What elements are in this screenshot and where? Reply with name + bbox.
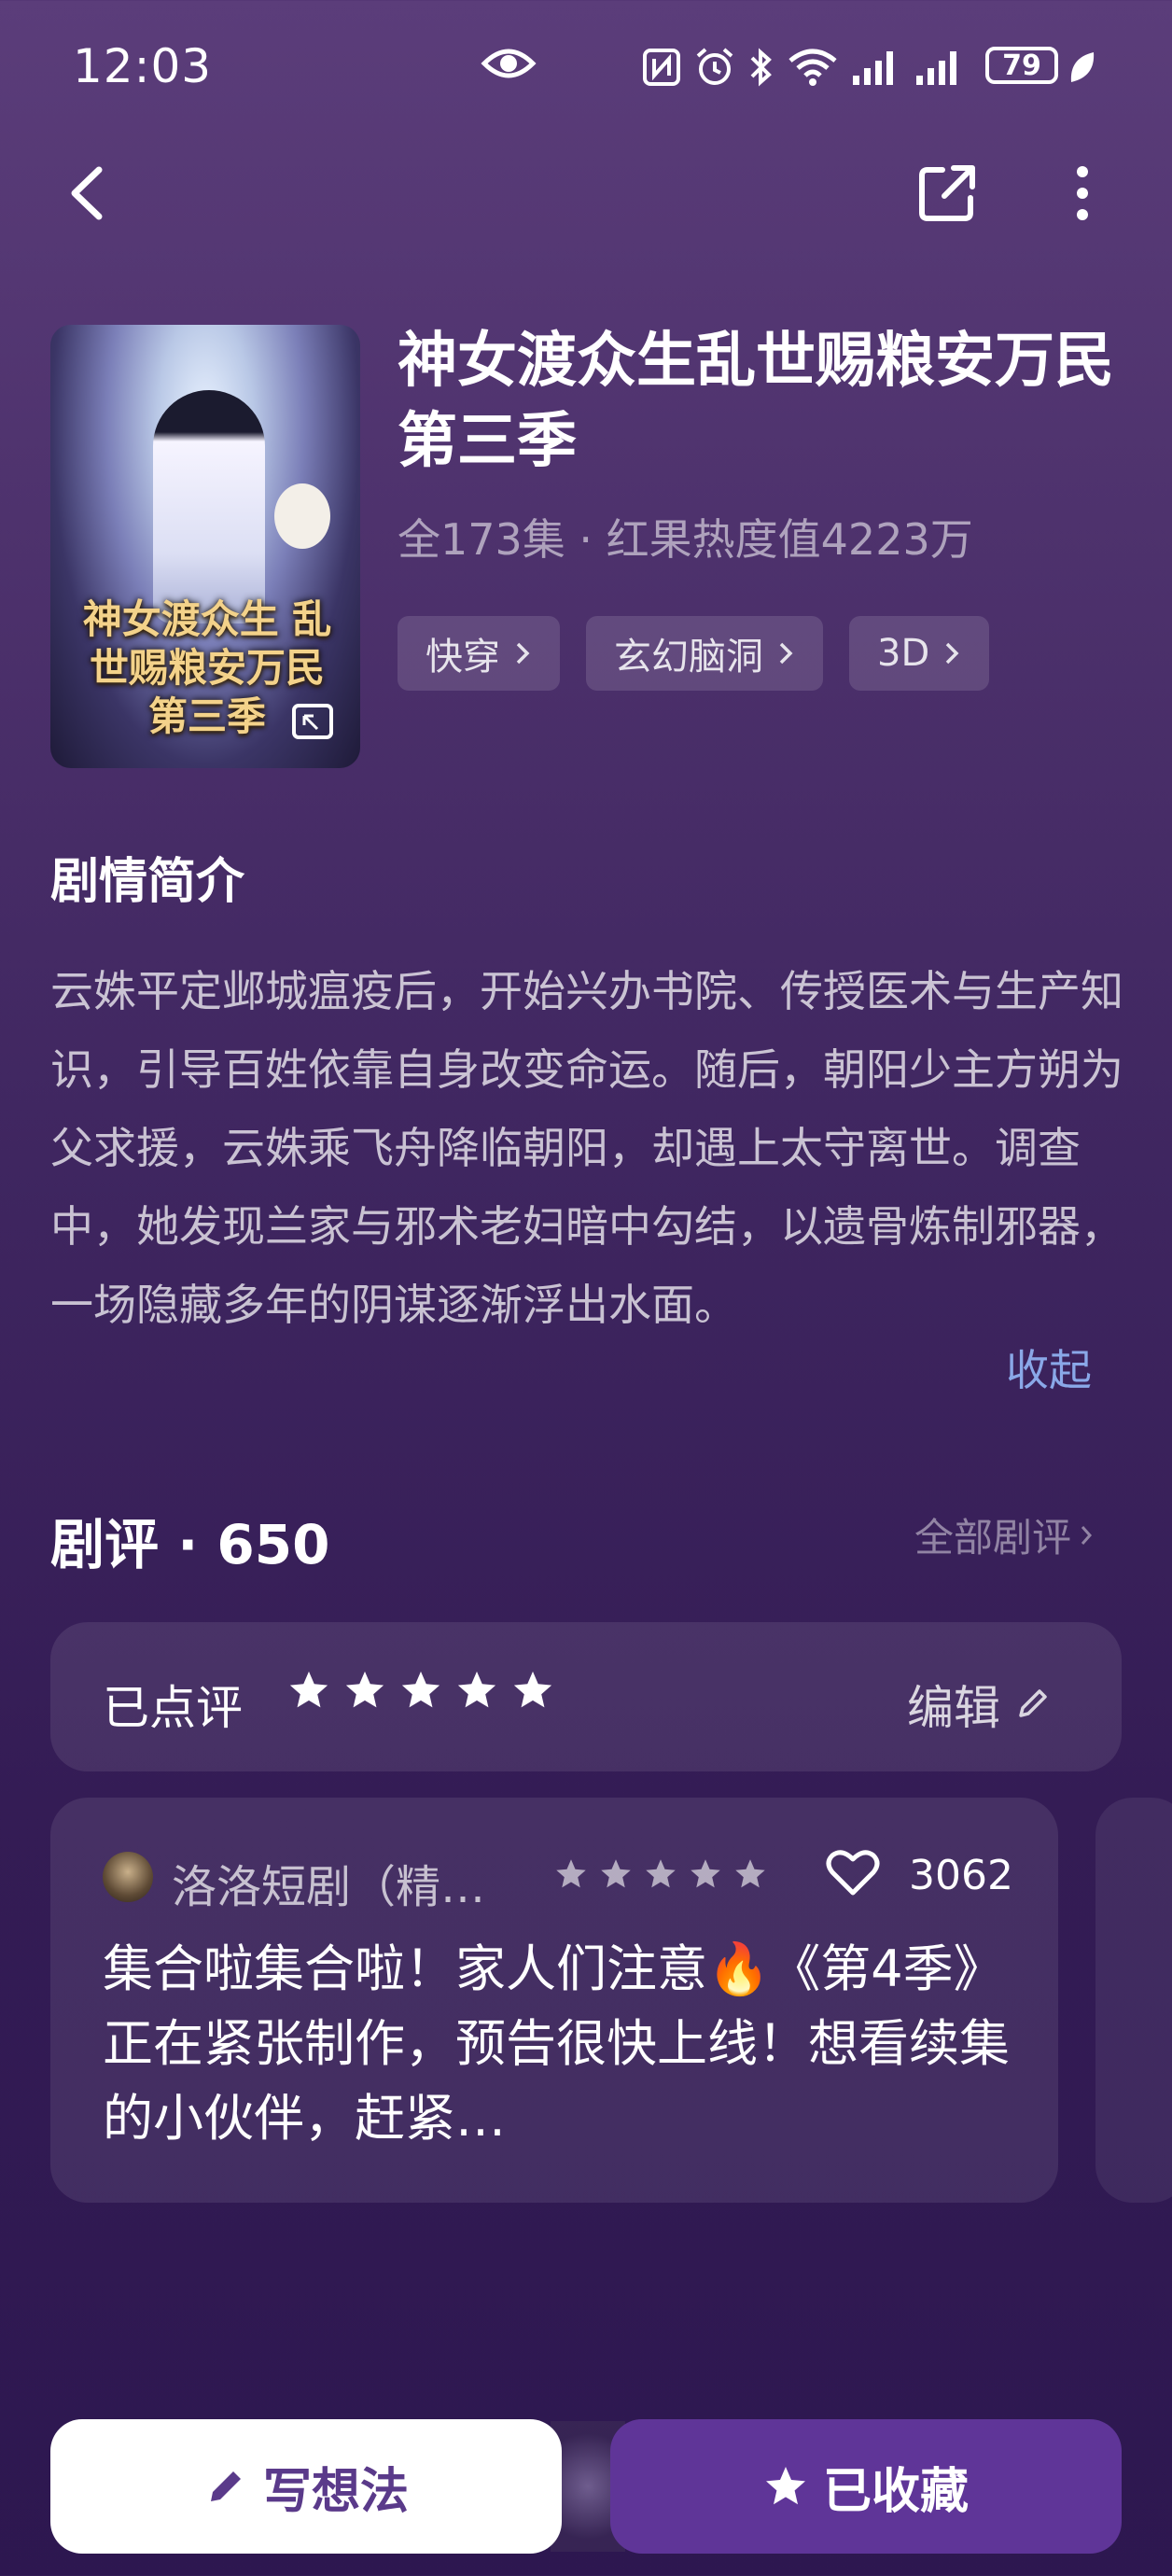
star-icon — [691, 1859, 720, 1888]
tag-label: 3D — [877, 632, 930, 675]
tag-3d[interactable]: 3D — [849, 616, 990, 691]
star-icon — [646, 1859, 676, 1888]
like-count: 3062 — [909, 1852, 1013, 1899]
synopsis-text: 云姝平定邺城瘟疫后，开始兴办书院、传授医术与生产知识，引导百姓依靠自身改变命运。… — [50, 966, 1123, 1330]
status-time: 12:03 — [73, 39, 213, 93]
star-icon — [401, 1671, 440, 1708]
drama-title: 神女渡众生乱世赐粮安万民第三季 — [398, 327, 1114, 476]
edit-label: 编辑 — [907, 1681, 1000, 1735]
collapse-link[interactable]: 收起 — [1006, 1337, 1092, 1398]
my-rating-stars — [287, 1669, 554, 1712]
chevron-right-icon — [516, 642, 530, 665]
more-vertical-icon[interactable] — [1064, 161, 1101, 226]
write-label: 写想法 — [262, 2463, 409, 2520]
eye-icon — [481, 49, 537, 78]
heart-icon[interactable] — [825, 1846, 881, 1898]
my-rating-card[interactable]: 已点评 编辑 — [50, 1622, 1122, 1771]
drama-cover[interactable]: 神女渡众生 乱世赐粮安万民 第三季 — [50, 325, 360, 768]
star-icon — [513, 1671, 552, 1708]
write-thoughts-button[interactable]: 写想法 — [50, 2419, 562, 2554]
review-card[interactable]: 洛洛短剧（精… 3062 集合啦集合啦！家人们注意🔥《第4季》正在紧张制作，预告… — [50, 1798, 1058, 2203]
pencil-icon — [1019, 1689, 1047, 1717]
all-reviews-link[interactable]: 全部剧评 — [914, 1506, 1094, 1563]
leaf-icon — [1070, 52, 1095, 82]
chevron-right-icon — [946, 642, 959, 665]
alarm-icon — [696, 48, 733, 85]
avatar[interactable] — [103, 1852, 153, 1902]
tag-list: 快穿 玄幻脑洞 3D — [398, 616, 990, 691]
back-arrow-icon[interactable] — [58, 161, 114, 226]
signal-icon — [916, 51, 956, 85]
chevron-right-icon — [1081, 1525, 1093, 1545]
star-icon — [765, 2467, 805, 2505]
cover-fox — [274, 483, 330, 549]
review-rating-stars — [554, 1857, 767, 1891]
tag-xuanhuan[interactable]: 玄幻脑洞 — [586, 616, 823, 691]
wifi-icon — [788, 49, 837, 86]
pencil-icon — [210, 2471, 241, 2501]
signal-icon — [853, 51, 893, 85]
star-icon — [735, 1859, 765, 1888]
status-icons — [642, 41, 965, 93]
picture-in-picture-icon[interactable] — [291, 703, 334, 740]
reviews-heading: 剧评 · 650 — [50, 1513, 330, 1576]
favorited-button[interactable]: 已收藏 — [610, 2419, 1122, 2554]
status-bar: 12:03 79 — [0, 0, 1172, 140]
chevron-right-icon — [779, 642, 793, 665]
next-review-card[interactable] — [1095, 1798, 1172, 2203]
share-icon[interactable] — [914, 161, 980, 226]
star-icon — [601, 1859, 631, 1888]
all-reviews-label: 全部剧评 — [914, 1515, 1072, 1561]
battery-indicator: 79 — [985, 47, 1058, 84]
tag-label: 快穿 — [426, 636, 500, 679]
fav-label: 已收藏 — [822, 2463, 969, 2520]
star-icon — [289, 1671, 328, 1708]
edit-rating-button[interactable]: 编辑 — [907, 1671, 1051, 1738]
star-icon — [345, 1671, 384, 1708]
rated-label: 已点评 — [103, 1681, 243, 1735]
reviewer-name[interactable]: 洛洛短剧（精… — [172, 1850, 485, 1915]
star-icon — [556, 1859, 586, 1888]
bluetooth-icon — [750, 48, 772, 87]
review-text: 集合啦集合啦！家人们注意🔥《第4季》正在紧张制作，预告很快上线！想看续集的小伙伴… — [103, 1939, 1010, 2148]
synopsis-heading: 剧情简介 — [50, 854, 245, 910]
drama-meta: 全173集 · 红果热度值4223万 — [398, 514, 973, 565]
nfc-icon — [643, 49, 680, 86]
star-icon — [457, 1671, 496, 1708]
tag-kuaichuan[interactable]: 快穿 — [398, 616, 560, 691]
tag-label: 玄幻脑洞 — [614, 636, 763, 679]
cover-figure — [153, 390, 265, 623]
